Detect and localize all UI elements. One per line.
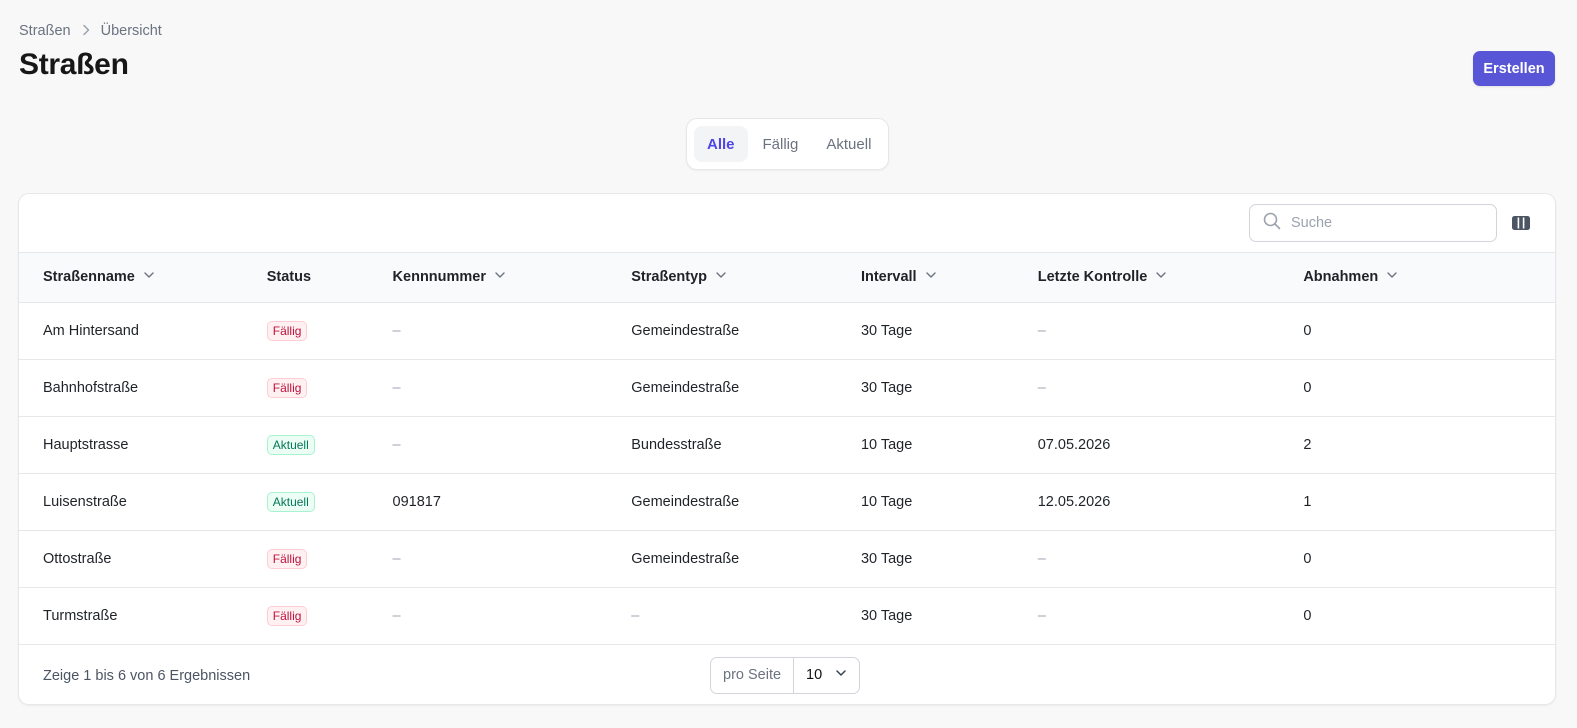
last-check-cell: – <box>1037 530 1304 588</box>
chevron-down-icon <box>835 667 847 683</box>
table-row[interactable]: Am Hintersand Fällig – Gemeindestraße 30 Tag… <box>19 302 1555 360</box>
columns-icon[interactable] <box>1509 211 1533 235</box>
status-badge: Fällig <box>266 377 308 398</box>
street-name-cell: Hauptstrasse <box>19 416 267 474</box>
street-name-cell: Bahnhofstraße <box>19 359 267 417</box>
chevron-down-icon <box>1155 269 1167 285</box>
table-header-row: Straßenname Status Kennnummer Straßentyp… <box>19 253 1555 303</box>
tab-aktuell[interactable]: Aktuell <box>813 126 884 162</box>
filter-tabs: Alle Fällig Aktuell <box>686 118 889 170</box>
table-row[interactable]: Ottostraße Fällig – Gemeindestraße 30 Tage –0 <box>19 530 1555 588</box>
interval-cell: 30 Tage <box>860 587 1038 645</box>
breadcrumb: Straßen Übersicht <box>19 23 162 39</box>
street-type-cell: Gemeindestraße <box>631 359 861 417</box>
id-number-cell: 091817 <box>392 473 632 531</box>
column-header-letzte-kontrolle[interactable]: Letzte Kontrolle <box>1037 253 1304 303</box>
last-check-cell: 07.05.2026 <box>1037 416 1304 474</box>
interval-cell: 30 Tage <box>860 359 1038 417</box>
id-number-cell: – <box>392 587 632 645</box>
chevron-right-icon <box>81 24 91 39</box>
streets-table: Straßenname Status Kennnummer Straßentyp… <box>19 253 1555 645</box>
table-body: Am Hintersand Fällig – Gemeindestraße 30 Tag… <box>19 302 1555 645</box>
street-name-cell: Luisenstraße <box>19 473 267 531</box>
interval-cell: 30 Tage <box>860 530 1038 588</box>
chevron-down-icon <box>1386 269 1398 285</box>
street-name-cell: Turmstraße <box>19 587 267 645</box>
street-type-cell: – <box>631 587 861 645</box>
page-title: Straßen <box>19 48 129 81</box>
breadcrumb-item-strassen[interactable]: Straßen <box>19 23 71 39</box>
status-cell: Fällig <box>266 302 393 360</box>
result-summary: Zeige 1 bis 6 von 6 Ergebnissen <box>43 667 251 684</box>
street-name-cell: Ottostraße <box>19 530 267 588</box>
acceptances-cell: 2 <box>1303 416 1555 474</box>
acceptances-cell: 0 <box>1303 302 1555 360</box>
interval-cell: 10 Tage <box>860 416 1038 474</box>
chevron-down-icon <box>143 269 155 285</box>
status-badge: Aktuell <box>266 491 315 512</box>
acceptances-cell: 0 <box>1303 530 1555 588</box>
create-button[interactable]: Erstellen <box>1473 51 1555 86</box>
last-check-cell: – <box>1037 359 1304 417</box>
column-header-status: Status <box>266 253 393 303</box>
street-type-cell: Gemeindestraße <box>631 530 861 588</box>
search-input[interactable] <box>1291 215 1481 231</box>
column-header-abnahmen[interactable]: Abnahmen <box>1303 253 1555 303</box>
street-name-cell: Am Hintersand <box>19 302 267 360</box>
table-row[interactable]: Luisenstraße Aktuell 091817 Gemeindestraße 1… <box>19 473 1555 531</box>
street-type-cell: Gemeindestraße <box>631 473 861 531</box>
street-type-cell: Bundesstraße <box>631 416 861 474</box>
search-icon <box>1263 212 1281 235</box>
column-header-intervall[interactable]: Intervall <box>860 253 1038 303</box>
table-toolbar <box>19 194 1555 253</box>
per-page-label: pro Seite <box>711 657 795 693</box>
per-page-control: pro Seite 10 <box>710 656 861 694</box>
last-check-cell: – <box>1037 302 1304 360</box>
chevron-down-icon <box>925 269 937 285</box>
search-box[interactable] <box>1249 204 1497 242</box>
street-type-cell: Gemeindestraße <box>631 302 861 360</box>
table-card: Straßenname Status Kennnummer Straßentyp… <box>18 193 1556 705</box>
status-badge: Fällig <box>266 605 308 626</box>
per-page-value: 10 <box>806 667 823 683</box>
status-badge: Aktuell <box>266 434 315 455</box>
table-footer: Zeige 1 bis 6 von 6 Ergebnissen pro Seit… <box>19 645 1555 705</box>
column-header-kennnummer[interactable]: Kennnummer <box>392 253 632 303</box>
chevron-down-icon <box>715 269 727 285</box>
acceptances-cell: 1 <box>1303 473 1555 531</box>
status-cell: Aktuell <box>266 416 393 474</box>
id-number-cell: – <box>392 359 632 417</box>
interval-cell: 10 Tage <box>860 473 1038 531</box>
last-check-cell: 12.05.2026 <box>1037 473 1304 531</box>
per-page-select[interactable]: 10 <box>794 658 859 693</box>
tab-faellig[interactable]: Fällig <box>750 126 812 162</box>
table-row[interactable]: Turmstraße Fällig – –30 Tage –0 <box>19 587 1555 645</box>
column-header-strassenname[interactable]: Straßenname <box>19 253 267 303</box>
tab-alle[interactable]: Alle <box>694 126 748 162</box>
status-cell: Fällig <box>266 530 393 588</box>
last-check-cell: – <box>1037 587 1304 645</box>
table-row[interactable]: Hauptstrasse Aktuell – Bundesstraße 10 Tage 0… <box>19 416 1555 474</box>
column-header-strassentyp[interactable]: Straßentyp <box>631 253 861 303</box>
status-cell: Aktuell <box>266 473 393 531</box>
breadcrumb-item-uebersicht: Übersicht <box>100 23 162 39</box>
acceptances-cell: 0 <box>1303 359 1555 417</box>
status-badge: Fällig <box>266 320 308 341</box>
status-cell: Fällig <box>266 587 393 645</box>
table-row[interactable]: Bahnhofstraße Fällig – Gemeindestraße 30 Tag… <box>19 359 1555 417</box>
acceptances-cell: 0 <box>1303 587 1555 645</box>
id-number-cell: – <box>392 302 632 360</box>
status-badge: Fällig <box>266 548 308 569</box>
interval-cell: 30 Tage <box>860 302 1038 360</box>
status-cell: Fällig <box>266 359 393 417</box>
id-number-cell: – <box>392 416 632 474</box>
id-number-cell: – <box>392 530 632 588</box>
chevron-down-icon <box>494 269 506 285</box>
